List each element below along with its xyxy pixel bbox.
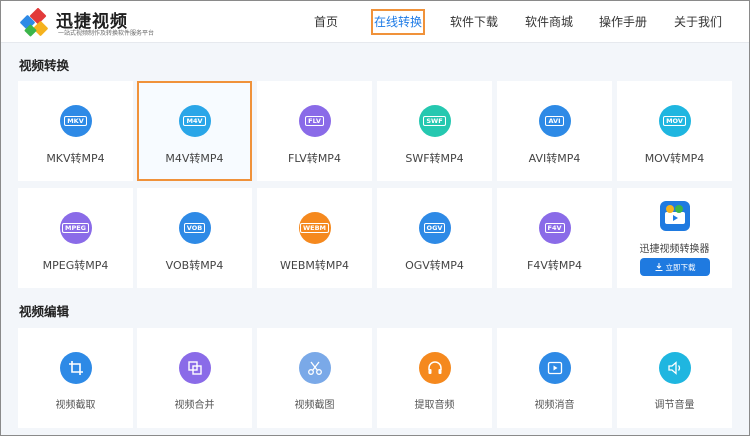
logo-icon[interactable] [19, 8, 49, 38]
edit-card-mute[interactable]: 视频消音 [497, 328, 612, 428]
nav-software-download[interactable]: 软件下载 [447, 9, 501, 35]
m4v-icon: M4V [178, 105, 211, 137]
edit-card-label: 视频消音 [534, 400, 575, 411]
edit-card-merge[interactable]: 视频合并 [137, 328, 252, 428]
mov-icon: MOV [658, 105, 691, 137]
ogv-icon: OGV [418, 212, 451, 244]
scissors-icon [298, 352, 331, 384]
convert-card-mpeg[interactable]: MPEG MPEG转MP4 [18, 188, 133, 288]
vob-icon: VOB [178, 212, 211, 244]
nav-about[interactable]: 关于我们 [671, 9, 725, 35]
flv-icon: FLV [298, 105, 331, 137]
play-icon [538, 352, 571, 384]
swf-icon: SWF [418, 105, 451, 137]
video-converter-app-icon [660, 201, 690, 231]
mkv-icon: MKV [59, 105, 92, 137]
edit-card-label: 视频截图 [294, 400, 335, 411]
edit-card-screenshot[interactable]: 视频截图 [257, 328, 372, 428]
edit-card-label: 视频截取 [55, 400, 96, 411]
convert-card-label: OGV转MP4 [405, 259, 464, 272]
convert-card-label: FLV转MP4 [288, 152, 341, 165]
mpeg-icon: MPEG [59, 212, 92, 244]
convert-card-ogv[interactable]: OGV OGV转MP4 [377, 188, 492, 288]
nav-manual[interactable]: 操作手册 [596, 9, 650, 35]
download-icon [655, 263, 662, 271]
webm-icon: WEBM [298, 212, 331, 244]
convert-card-label: VOB转MP4 [165, 259, 224, 272]
promo-label: 迅捷视频转换器 [639, 244, 710, 255]
nav-software-store[interactable]: 软件商城 [522, 9, 576, 35]
avi-icon: AVI [538, 105, 571, 137]
convert-card-label: WEBM转MP4 [280, 259, 349, 272]
convert-card-label: MOV转MP4 [644, 152, 705, 165]
convert-card-avi[interactable]: AVI AVI转MP4 [497, 81, 612, 181]
edit-card-crop[interactable]: 视频截取 [18, 328, 133, 428]
section-title-convert: 视频转换 [19, 58, 70, 73]
convert-card-label: SWF转MP4 [405, 152, 464, 165]
convert-card-f4v[interactable]: F4V F4V转MP4 [497, 188, 612, 288]
logo-slogan: 一站式视频制作及转换软件服务平台 [58, 30, 155, 37]
convert-card-webm[interactable]: WEBM WEBM转MP4 [257, 188, 372, 288]
headphones-icon [418, 352, 451, 384]
edit-card-label: 调节音量 [654, 400, 695, 411]
edit-card-label: 提取音频 [414, 400, 455, 411]
convert-card-label: MPEG转MP4 [42, 259, 109, 272]
f4v-icon: F4V [538, 212, 571, 244]
nav-online-convert[interactable]: 在线转换 [371, 9, 425, 35]
promo-card-converter: 迅捷视频转换器 立即下载 [617, 188, 732, 288]
edit-card-label: 视频合并 [174, 400, 215, 411]
nav-home[interactable]: 首页 [306, 9, 346, 35]
merge-icon [178, 352, 211, 384]
volume-icon [658, 352, 691, 384]
convert-card-m4v[interactable]: M4V M4V转MP4 [137, 81, 252, 181]
convert-card-mov[interactable]: MOV MOV转MP4 [617, 81, 732, 181]
crop-icon [59, 352, 92, 384]
section-title-edit: 视频编辑 [19, 304, 70, 319]
convert-card-mkv[interactable]: MKV MKV转MP4 [18, 81, 133, 181]
edit-card-extract-audio[interactable]: 提取音频 [377, 328, 492, 428]
convert-card-vob[interactable]: VOB VOB转MP4 [137, 188, 252, 288]
convert-card-label: M4V转MP4 [165, 152, 224, 165]
download-now-button[interactable]: 立即下载 [640, 258, 710, 276]
convert-card-label: AVI转MP4 [528, 152, 581, 165]
download-now-label: 立即下载 [665, 262, 696, 272]
convert-card-label: MKV转MP4 [46, 152, 105, 165]
edit-card-volume[interactable]: 调节音量 [617, 328, 732, 428]
convert-card-swf[interactable]: SWF SWF转MP4 [377, 81, 492, 181]
convert-card-flv[interactable]: FLV FLV转MP4 [257, 81, 372, 181]
top-header: 迅捷视频 一站式视频制作及转换软件服务平台 首页 在线转换 软件下载 软件商城 … [1, 1, 749, 43]
convert-card-label: F4V转MP4 [527, 259, 582, 272]
